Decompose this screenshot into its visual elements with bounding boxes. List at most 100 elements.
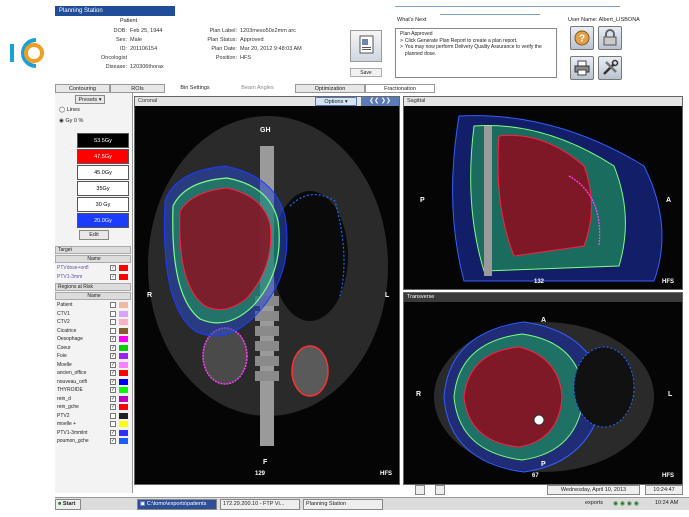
color-swatch[interactable] xyxy=(119,319,128,325)
options-button[interactable]: Options ▾ xyxy=(315,97,357,106)
patient-field: Oncologist xyxy=(75,55,130,61)
taskbar-ftp[interactable]: 172.29.200.10 - FTP Vi... xyxy=(220,499,300,510)
target-row[interactable]: PTV1-3mm ✓ xyxy=(57,273,133,282)
color-swatch[interactable] xyxy=(119,353,128,359)
save-button[interactable] xyxy=(350,30,382,62)
risk-row[interactable]: Coeur ✓ xyxy=(57,344,133,353)
color-swatch[interactable] xyxy=(119,310,128,317)
tray-icons[interactable]: ◉ ◉ ◉ ◉ xyxy=(613,500,639,507)
visibility-checkbox[interactable] xyxy=(110,319,116,325)
color-swatch[interactable] xyxy=(119,395,128,402)
plan-field: Position: HFS xyxy=(185,55,251,61)
slice-nav-buttons[interactable]: ❮❮ ❯❯ xyxy=(361,97,399,106)
risk-row[interactable]: Patient xyxy=(57,301,133,310)
color-swatch[interactable] xyxy=(119,438,128,444)
dose-level-swatch[interactable]: 53.5Gy xyxy=(77,133,129,148)
dose-level-swatch[interactable]: 20.0Gy xyxy=(77,213,129,228)
start-button[interactable]: ■ Start xyxy=(55,499,81,510)
color-swatch[interactable] xyxy=(119,378,128,385)
risk-row[interactable]: rein_d ✓ xyxy=(57,395,133,404)
coronal-viewer[interactable]: Coronal Options ▾ ❮❮ ❯❯ GH R L F 129 HFS xyxy=(134,96,400,485)
visibility-checkbox[interactable] xyxy=(110,310,116,317)
visibility-checkbox[interactable]: ✓ xyxy=(110,273,116,280)
visibility-checkbox[interactable]: ✓ xyxy=(110,265,116,271)
dose-level-swatch[interactable]: 35Gy xyxy=(77,181,129,196)
visibility-checkbox[interactable]: ✓ xyxy=(110,370,116,376)
color-swatch[interactable] xyxy=(119,421,128,427)
visibility-checkbox[interactable]: ✓ xyxy=(110,344,116,351)
visibility-checkbox[interactable] xyxy=(110,421,116,427)
lock-button[interactable] xyxy=(598,26,622,50)
visibility-checkbox[interactable]: ✓ xyxy=(110,336,116,342)
visibility-checkbox[interactable]: ✓ xyxy=(110,387,116,393)
dose-level-swatch[interactable]: 45.0Gy xyxy=(77,165,129,180)
color-swatch[interactable] xyxy=(119,265,128,271)
plan-field-value: 1203meso50x2mm arc xyxy=(240,28,296,34)
risk-row[interactable]: Foie ✓ xyxy=(57,352,133,361)
dose-level-swatch[interactable]: 30 Gy xyxy=(77,197,129,212)
color-swatch[interactable] xyxy=(119,327,128,334)
risk-row[interactable]: Moelle ✓ xyxy=(57,361,133,370)
transverse-viewer[interactable]: Transverse A R L P 67 HFS xyxy=(403,292,683,485)
color-swatch[interactable] xyxy=(119,429,128,436)
tab-rois[interactable]: ROIs xyxy=(110,84,165,93)
plan-field-label: Plan Status: xyxy=(207,37,237,43)
tab-bin-settings[interactable]: Bin Settings xyxy=(165,84,225,93)
color-swatch[interactable] xyxy=(119,273,128,280)
risk-row[interactable]: ancien_office ✓ xyxy=(57,369,133,378)
risk-row[interactable]: CTV1 xyxy=(57,310,133,319)
save-label[interactable]: Save xyxy=(350,68,382,77)
tab-fractionation[interactable]: Fractionation xyxy=(365,84,435,93)
risk-row[interactable]: PTV1-3mmlnt ✓ xyxy=(57,429,133,438)
tray-label[interactable]: exports xyxy=(585,500,603,506)
visibility-checkbox[interactable]: ✓ xyxy=(110,438,116,444)
visibility-checkbox[interactable] xyxy=(110,327,116,334)
target-row[interactable]: PTVdose+onfl ✓ xyxy=(57,264,133,273)
risk-row[interactable]: rein_gche ✓ xyxy=(57,403,133,412)
color-swatch[interactable] xyxy=(119,370,128,376)
taskbar-explorer[interactable]: ▣ C:\tomo\exports\patients xyxy=(137,499,217,510)
visibility-checkbox[interactable]: ✓ xyxy=(110,429,116,436)
visibility-checkbox[interactable] xyxy=(110,302,116,308)
tools-button[interactable] xyxy=(598,56,622,80)
sagittal-viewer[interactable]: Sagittal P A 132 HFS xyxy=(403,96,683,290)
risk-row[interactable]: THYROIDE ✓ xyxy=(57,386,133,395)
risk-row[interactable]: CTV2 xyxy=(57,318,133,327)
taskbar-app[interactable]: Planning Station xyxy=(303,499,383,510)
dose-level-swatch[interactable]: 47.5Gy xyxy=(77,149,129,164)
color-swatch[interactable] xyxy=(119,344,128,351)
edit-button[interactable]: Edit xyxy=(79,230,109,240)
transverse-top-label: A xyxy=(541,317,547,324)
presets-dropdown[interactable]: Presets ▾ xyxy=(75,95,105,104)
risk-row[interactable]: PTV2 xyxy=(57,412,133,421)
transverse-image xyxy=(404,302,682,484)
color-swatch[interactable] xyxy=(119,412,128,419)
print-button[interactable] xyxy=(570,56,594,80)
options-label: Options xyxy=(324,99,344,105)
risk-row[interactable]: Oesophage ✓ xyxy=(57,335,133,344)
risk-row[interactable]: nouveau_orifi ✓ xyxy=(57,378,133,387)
visibility-checkbox[interactable]: ✓ xyxy=(110,378,116,385)
visibility-checkbox[interactable] xyxy=(110,412,116,419)
risk-name: Foie xyxy=(57,353,67,359)
whats-next-line2[interactable]: You may now perform Delivery Quality Ass… xyxy=(405,44,552,57)
color-swatch[interactable] xyxy=(119,404,128,410)
color-swatch[interactable] xyxy=(119,302,128,308)
color-swatch[interactable] xyxy=(119,336,128,342)
risk-name: CTV1 xyxy=(57,310,70,317)
units-option[interactable]: ◉ Gy 0 % xyxy=(59,118,83,124)
help-button[interactable]: ? xyxy=(570,26,594,50)
risk-row[interactable]: poumon_gche ✓ xyxy=(57,437,133,446)
lines-option[interactable]: ◯ Lines xyxy=(59,107,80,113)
tab-contouring[interactable]: Contouring xyxy=(55,84,110,93)
visibility-checkbox[interactable]: ✓ xyxy=(110,361,116,368)
tab-beam-angles[interactable]: Beam Angles xyxy=(235,84,280,93)
visibility-checkbox[interactable]: ✓ xyxy=(110,353,116,359)
visibility-checkbox[interactable]: ✓ xyxy=(110,395,116,402)
visibility-checkbox[interactable]: ✓ xyxy=(110,404,116,410)
tab-optimization[interactable]: Optimization xyxy=(295,84,365,93)
risk-row[interactable]: moelle + xyxy=(57,420,133,429)
risk-row[interactable]: Cicatrice xyxy=(57,327,133,336)
color-swatch[interactable] xyxy=(119,387,128,393)
color-swatch[interactable] xyxy=(119,361,128,368)
